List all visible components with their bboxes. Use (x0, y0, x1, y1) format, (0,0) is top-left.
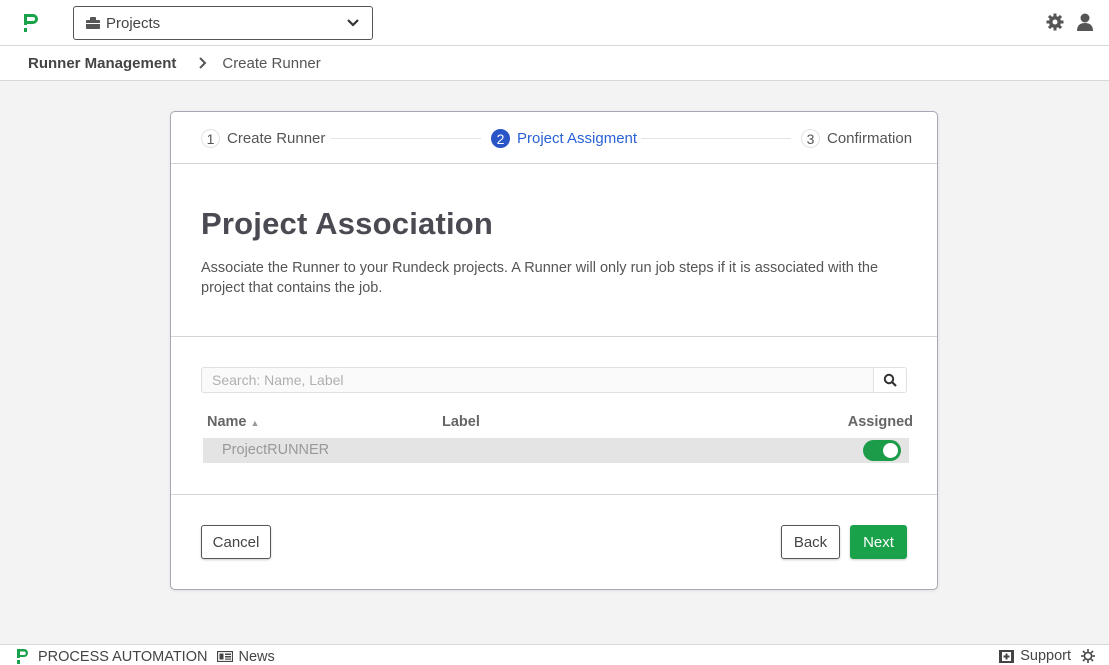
breadcrumb-runner-management-link[interactable]: Runner Management (28, 55, 176, 72)
project-selector-label: Projects (106, 14, 161, 32)
project-selector-dropdown[interactable]: Projects (73, 6, 373, 40)
sort-ascending-icon: ▲ (250, 418, 260, 428)
step-project-assignment: 2 Project Assigment (491, 129, 638, 148)
column-header-assigned: Assigned (847, 414, 913, 430)
top-navbar: Projects (0, 0, 1109, 46)
step-label: Create Runner (227, 130, 326, 147)
section-header: Project Association Associate the Runner… (171, 164, 937, 337)
wizard-stepper: 1 Create Runner 2 Project Assigment 3 Co… (171, 112, 937, 164)
step-label: Project Assigment (517, 130, 638, 147)
stepper-connector (331, 138, 481, 139)
support-link[interactable]: Support (999, 648, 1071, 664)
settings-sun-icon[interactable] (1081, 649, 1095, 663)
step-number: 3 (801, 129, 820, 148)
news-label: News (238, 648, 275, 665)
section-description: Associate the Runner to your Rundeck pro… (201, 260, 879, 296)
toggle-knob (883, 443, 898, 458)
chevron-right-icon (199, 57, 207, 69)
page-title: Project Association (201, 206, 494, 241)
user-icon[interactable] (1075, 12, 1095, 32)
gear-icon[interactable] (1045, 12, 1065, 32)
breadcrumb-current: Create Runner (222, 54, 321, 72)
stepper-connector (641, 138, 791, 139)
back-button[interactable]: Back (781, 525, 840, 559)
project-name: ProjectRUNNER (222, 442, 330, 458)
newspaper-icon (217, 651, 234, 662)
assigned-toggle[interactable] (863, 440, 901, 461)
step-label: Confirmation (827, 130, 913, 147)
column-header-name[interactable]: Name ▲ (207, 414, 259, 430)
column-name-label: Name (207, 414, 247, 430)
search-input[interactable] (201, 367, 873, 393)
next-button[interactable]: Next (850, 525, 907, 559)
brand-label: PROCESS AUTOMATION (38, 648, 208, 665)
step-number: 2 (491, 129, 510, 148)
bottom-bar: PROCESS AUTOMATION News Support (0, 644, 1109, 665)
project-search (201, 367, 907, 393)
divider (171, 494, 937, 495)
process-automation-logo-icon (17, 649, 28, 664)
table-header: Name ▲ Label Assigned (207, 414, 913, 434)
step-confirmation: 3 Confirmation (801, 129, 913, 148)
news-link[interactable]: News (217, 648, 275, 665)
cancel-button[interactable]: Cancel (201, 525, 271, 559)
search-button[interactable] (873, 367, 907, 393)
support-label: Support (1020, 648, 1071, 664)
app-logo-icon[interactable] (22, 12, 40, 34)
create-runner-wizard-card: 1 Create Runner 2 Project Assigment 3 Co… (170, 111, 938, 590)
chevron-down-icon (347, 19, 359, 27)
step-number: 1 (201, 129, 220, 148)
support-book-icon (999, 649, 1015, 663)
column-header-label: Label (442, 414, 480, 430)
briefcase-icon (86, 17, 100, 29)
step-create-runner: 1 Create Runner (201, 129, 326, 148)
table-row: ProjectRUNNER (203, 438, 909, 463)
search-icon (883, 373, 897, 387)
breadcrumb: Runner Management Create Runner (0, 46, 1109, 81)
